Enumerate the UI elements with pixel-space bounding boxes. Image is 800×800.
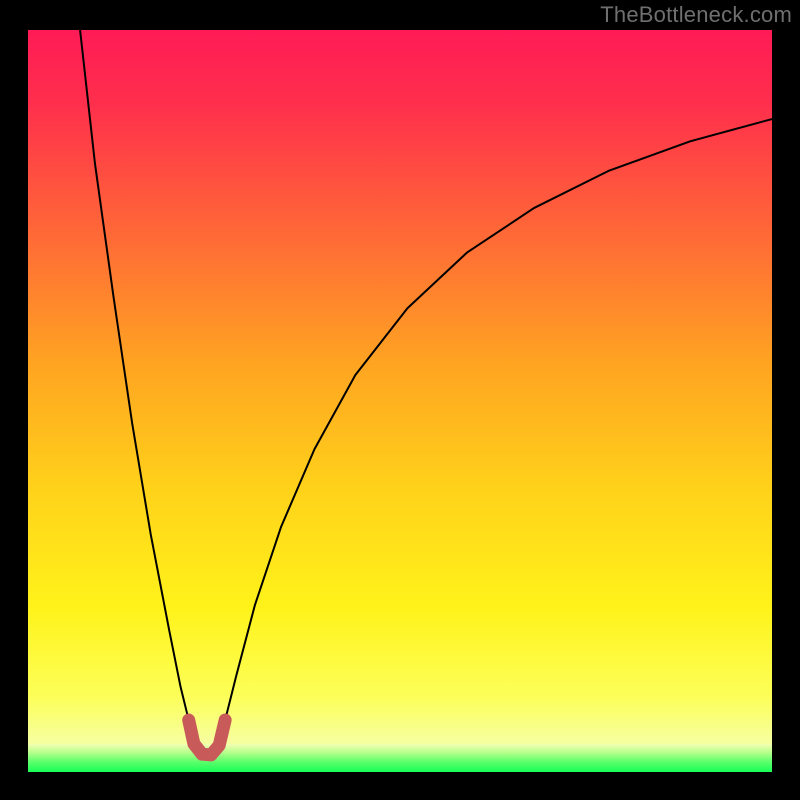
attribution-watermark: TheBottleneck.com	[600, 2, 792, 28]
series-dip	[189, 720, 225, 755]
plot-area	[28, 30, 772, 772]
curve-layer	[28, 30, 772, 772]
series-left-arm	[80, 30, 189, 720]
chart-frame: TheBottleneck.com	[0, 0, 800, 800]
series-right-arm	[225, 119, 772, 720]
